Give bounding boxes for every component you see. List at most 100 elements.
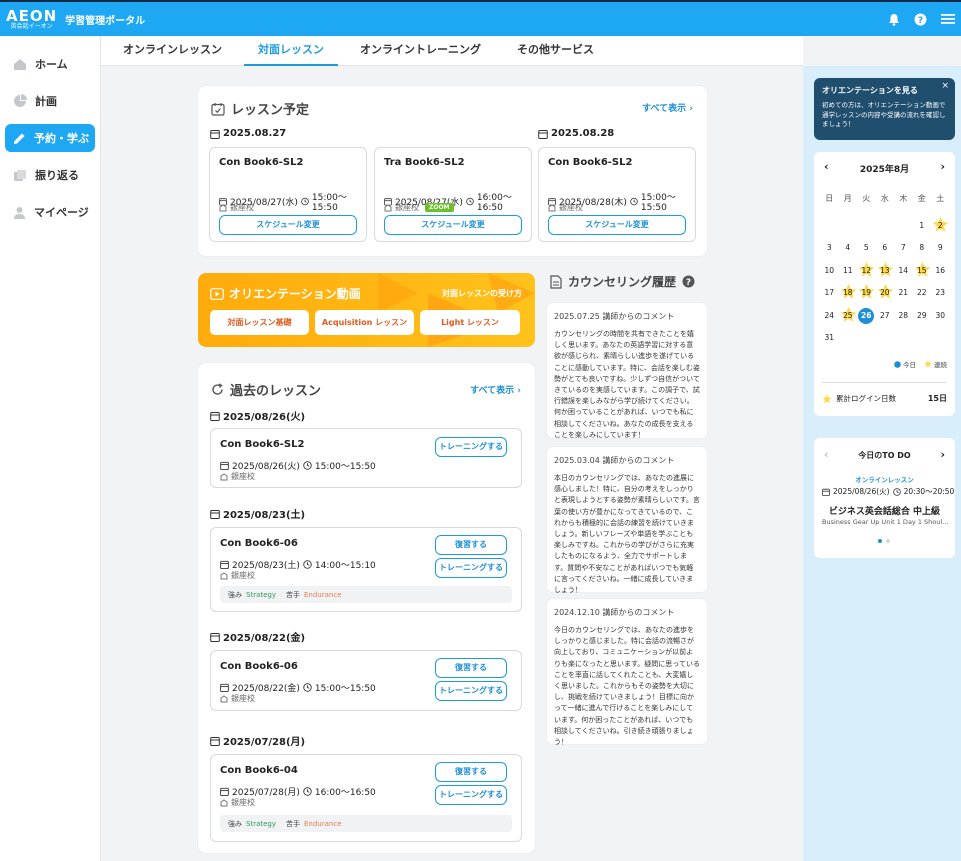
school-icon	[220, 472, 228, 480]
schedule-change-button[interactable]: スケジュール変更	[219, 215, 357, 235]
weekday-row: 日月 火水 木金 土	[820, 192, 950, 215]
calendar-day[interactable]: 24	[820, 305, 839, 328]
schedule-change-button[interactable]: スケジュール変更	[548, 215, 686, 235]
calendar-day[interactable]: 22	[913, 282, 932, 305]
schedule-change-button[interactable]: スケジュール変更	[384, 215, 522, 235]
calendar-day[interactable]: 5	[857, 237, 876, 260]
review-button[interactable]: 復習する	[435, 658, 507, 678]
training-button[interactable]: トレーニングする	[435, 437, 507, 457]
calendar-day[interactable]: 1	[913, 215, 932, 238]
todo-course[interactable]: ビジネス英会話総合 中上級	[814, 504, 955, 517]
calendar-empty-cell	[931, 327, 950, 350]
lesson-schedule-title: レッスン予定	[211, 99, 309, 118]
calendar-day[interactable]: 27	[876, 305, 895, 328]
calendar-day[interactable]: 3	[820, 237, 839, 260]
calendar-day[interactable]: 15	[913, 260, 932, 283]
sidebar-item-label: マイページ	[34, 206, 89, 219]
day-number: 14	[898, 265, 909, 275]
sidebar-item-home[interactable]: ホーム	[5, 50, 95, 78]
sidebar-item-plan[interactable]: 計画	[5, 87, 95, 115]
training-button[interactable]: トレーニングする	[435, 558, 507, 578]
calendar-day[interactable]: 18	[839, 282, 858, 305]
close-icon[interactable]: ×	[941, 81, 949, 91]
aeon-logo[interactable]: AEON 英会話イーオン	[6, 8, 57, 30]
day-number: 17	[824, 288, 835, 297]
help-icon[interactable]: ?	[914, 13, 927, 26]
calendar-day[interactable]: 9	[931, 237, 950, 260]
chevron-right-icon[interactable]: ›	[940, 160, 945, 173]
training-button[interactable]: トレーニングする	[435, 785, 507, 805]
upcoming-lesson-card[interactable]: Tra Book6-SL2 2025/08/27(水) 16:00～16:50 …	[374, 147, 532, 242]
sidebar-item-reserve[interactable]: 予約・学ぶ	[5, 124, 95, 152]
past-see-all-link[interactable]: すべて表示 ›	[470, 383, 521, 396]
schedule-see-all-link[interactable]: すべて表示 ›	[642, 101, 693, 114]
week-row: 24 25 26 27 28 29 30	[820, 305, 950, 328]
calendar-day[interactable]: 21	[894, 282, 913, 305]
calendar-day[interactable]: 29	[913, 305, 932, 328]
calendar-day[interactable]: 12	[857, 260, 876, 283]
clock-icon	[892, 487, 901, 496]
review-button[interactable]: 復習する	[435, 762, 507, 782]
tab-online-lesson[interactable]: オンラインレッスン	[109, 36, 236, 66]
calendar-day[interactable]: 14	[894, 260, 913, 283]
calendar-icon	[210, 411, 220, 421]
counseling-entry[interactable]: 2024.12.10 講師からのコメント 今日のカウンセリングでは、あなたの進歩…	[547, 599, 707, 746]
week-row: 3 4 5 6 7 8 9	[820, 237, 950, 260]
dot-icon	[886, 539, 890, 543]
sidebar-item-review[interactable]: 振り返る	[5, 161, 95, 189]
review-button[interactable]: 復習する	[435, 535, 507, 555]
calendar-day[interactable]: 30	[931, 305, 950, 328]
lesson-school: 銀座校	[219, 202, 254, 213]
calendar-day[interactable]: 16	[931, 260, 950, 283]
calendar-day[interactable]: 4	[839, 237, 858, 260]
tab-in-person-lesson[interactable]: 対面レッスン	[244, 36, 338, 66]
bell-icon[interactable]	[888, 13, 900, 26]
calendar-day[interactable]: 8	[913, 237, 932, 260]
calendar-day[interactable]: 25	[839, 305, 858, 328]
counseling-entry[interactable]: 2025.07.25 講師からのコメント カウンセリングの時間を共有できたことを…	[547, 303, 707, 439]
day-number: 22	[916, 288, 927, 297]
todo-pagination[interactable]	[878, 539, 890, 543]
calendar-day[interactable]: 7	[894, 237, 913, 260]
chevron-right-icon[interactable]: ›	[940, 448, 945, 461]
upcoming-lesson-card[interactable]: Con Book6-SL2 2025/08/27(水) 15:00～15:50 …	[209, 147, 367, 242]
home-icon	[14, 58, 26, 70]
calendar-day[interactable]: 19	[857, 282, 876, 305]
calendar-day[interactable]: 11	[839, 260, 858, 283]
day-number: 1	[919, 220, 925, 230]
weakness-value: Endurance	[304, 590, 342, 599]
calendar-day[interactable]: 28	[894, 305, 913, 328]
light-video-button[interactable]: Light レッスン	[420, 310, 520, 335]
calendar-day[interactable]: 26	[857, 305, 876, 328]
tab-online-training[interactable]: オンライントレーニング	[346, 36, 495, 66]
calendar-day[interactable]: 23	[931, 282, 950, 305]
day-number: 9	[937, 243, 943, 252]
tip-body: 初めての方は、オリエンテーション動画で通学レッスンの内容や受講の流れを確認しまし…	[822, 101, 946, 128]
counseling-entry-body: カウンセリングの時間を共有できたことを嬉しく思います。あなたの英語学習に対する意…	[554, 330, 700, 439]
tab-other-services[interactable]: その他サービス	[503, 36, 608, 66]
menu-icon[interactable]	[941, 13, 955, 25]
orientation-tip-popup[interactable]: × オリエンテーションを見る 初めての方は、オリエンテーション動画で通学レッスン…	[814, 78, 955, 140]
training-button[interactable]: トレーニングする	[435, 681, 507, 701]
upcoming-lesson-card[interactable]: Con Book6-SL2 2025/08/28(木) 15:00～15:50 …	[538, 147, 696, 242]
school-icon	[219, 203, 227, 211]
basics-video-button[interactable]: 対面レッスン基礎	[210, 310, 309, 335]
calendar-day[interactable]: 20	[876, 282, 895, 305]
day-number: 2	[937, 220, 943, 230]
strength-weakness-bar: 強み Strategy 苦手 Endurance	[220, 815, 512, 832]
counseling-entry[interactable]: 2025.03.04 講師からのコメント 本日のカウンセリングでは、あなたの進展…	[547, 447, 707, 594]
calendar-empty-cell	[839, 327, 858, 350]
calendar-day[interactable]: 13	[876, 260, 895, 283]
sidebar-item-mypage[interactable]: マイページ	[5, 198, 95, 226]
how-to-attend-link[interactable]: 対面レッスンの受け方	[442, 288, 522, 299]
acquisition-video-button[interactable]: Acquisition レッスン	[315, 310, 414, 335]
weekday-label: 月	[843, 194, 852, 203]
calendar-day[interactable]: 17	[820, 282, 839, 305]
calendar-day[interactable]: 2	[931, 215, 950, 238]
calendar-day[interactable]: 31	[820, 327, 839, 350]
dot-icon	[878, 539, 882, 543]
calendar-day[interactable]: 6	[876, 237, 895, 260]
calendar-day[interactable]: 10	[820, 260, 839, 283]
help-icon[interactable]: ?	[682, 275, 695, 288]
portal-title: 学習管理ポータル	[65, 15, 146, 27]
